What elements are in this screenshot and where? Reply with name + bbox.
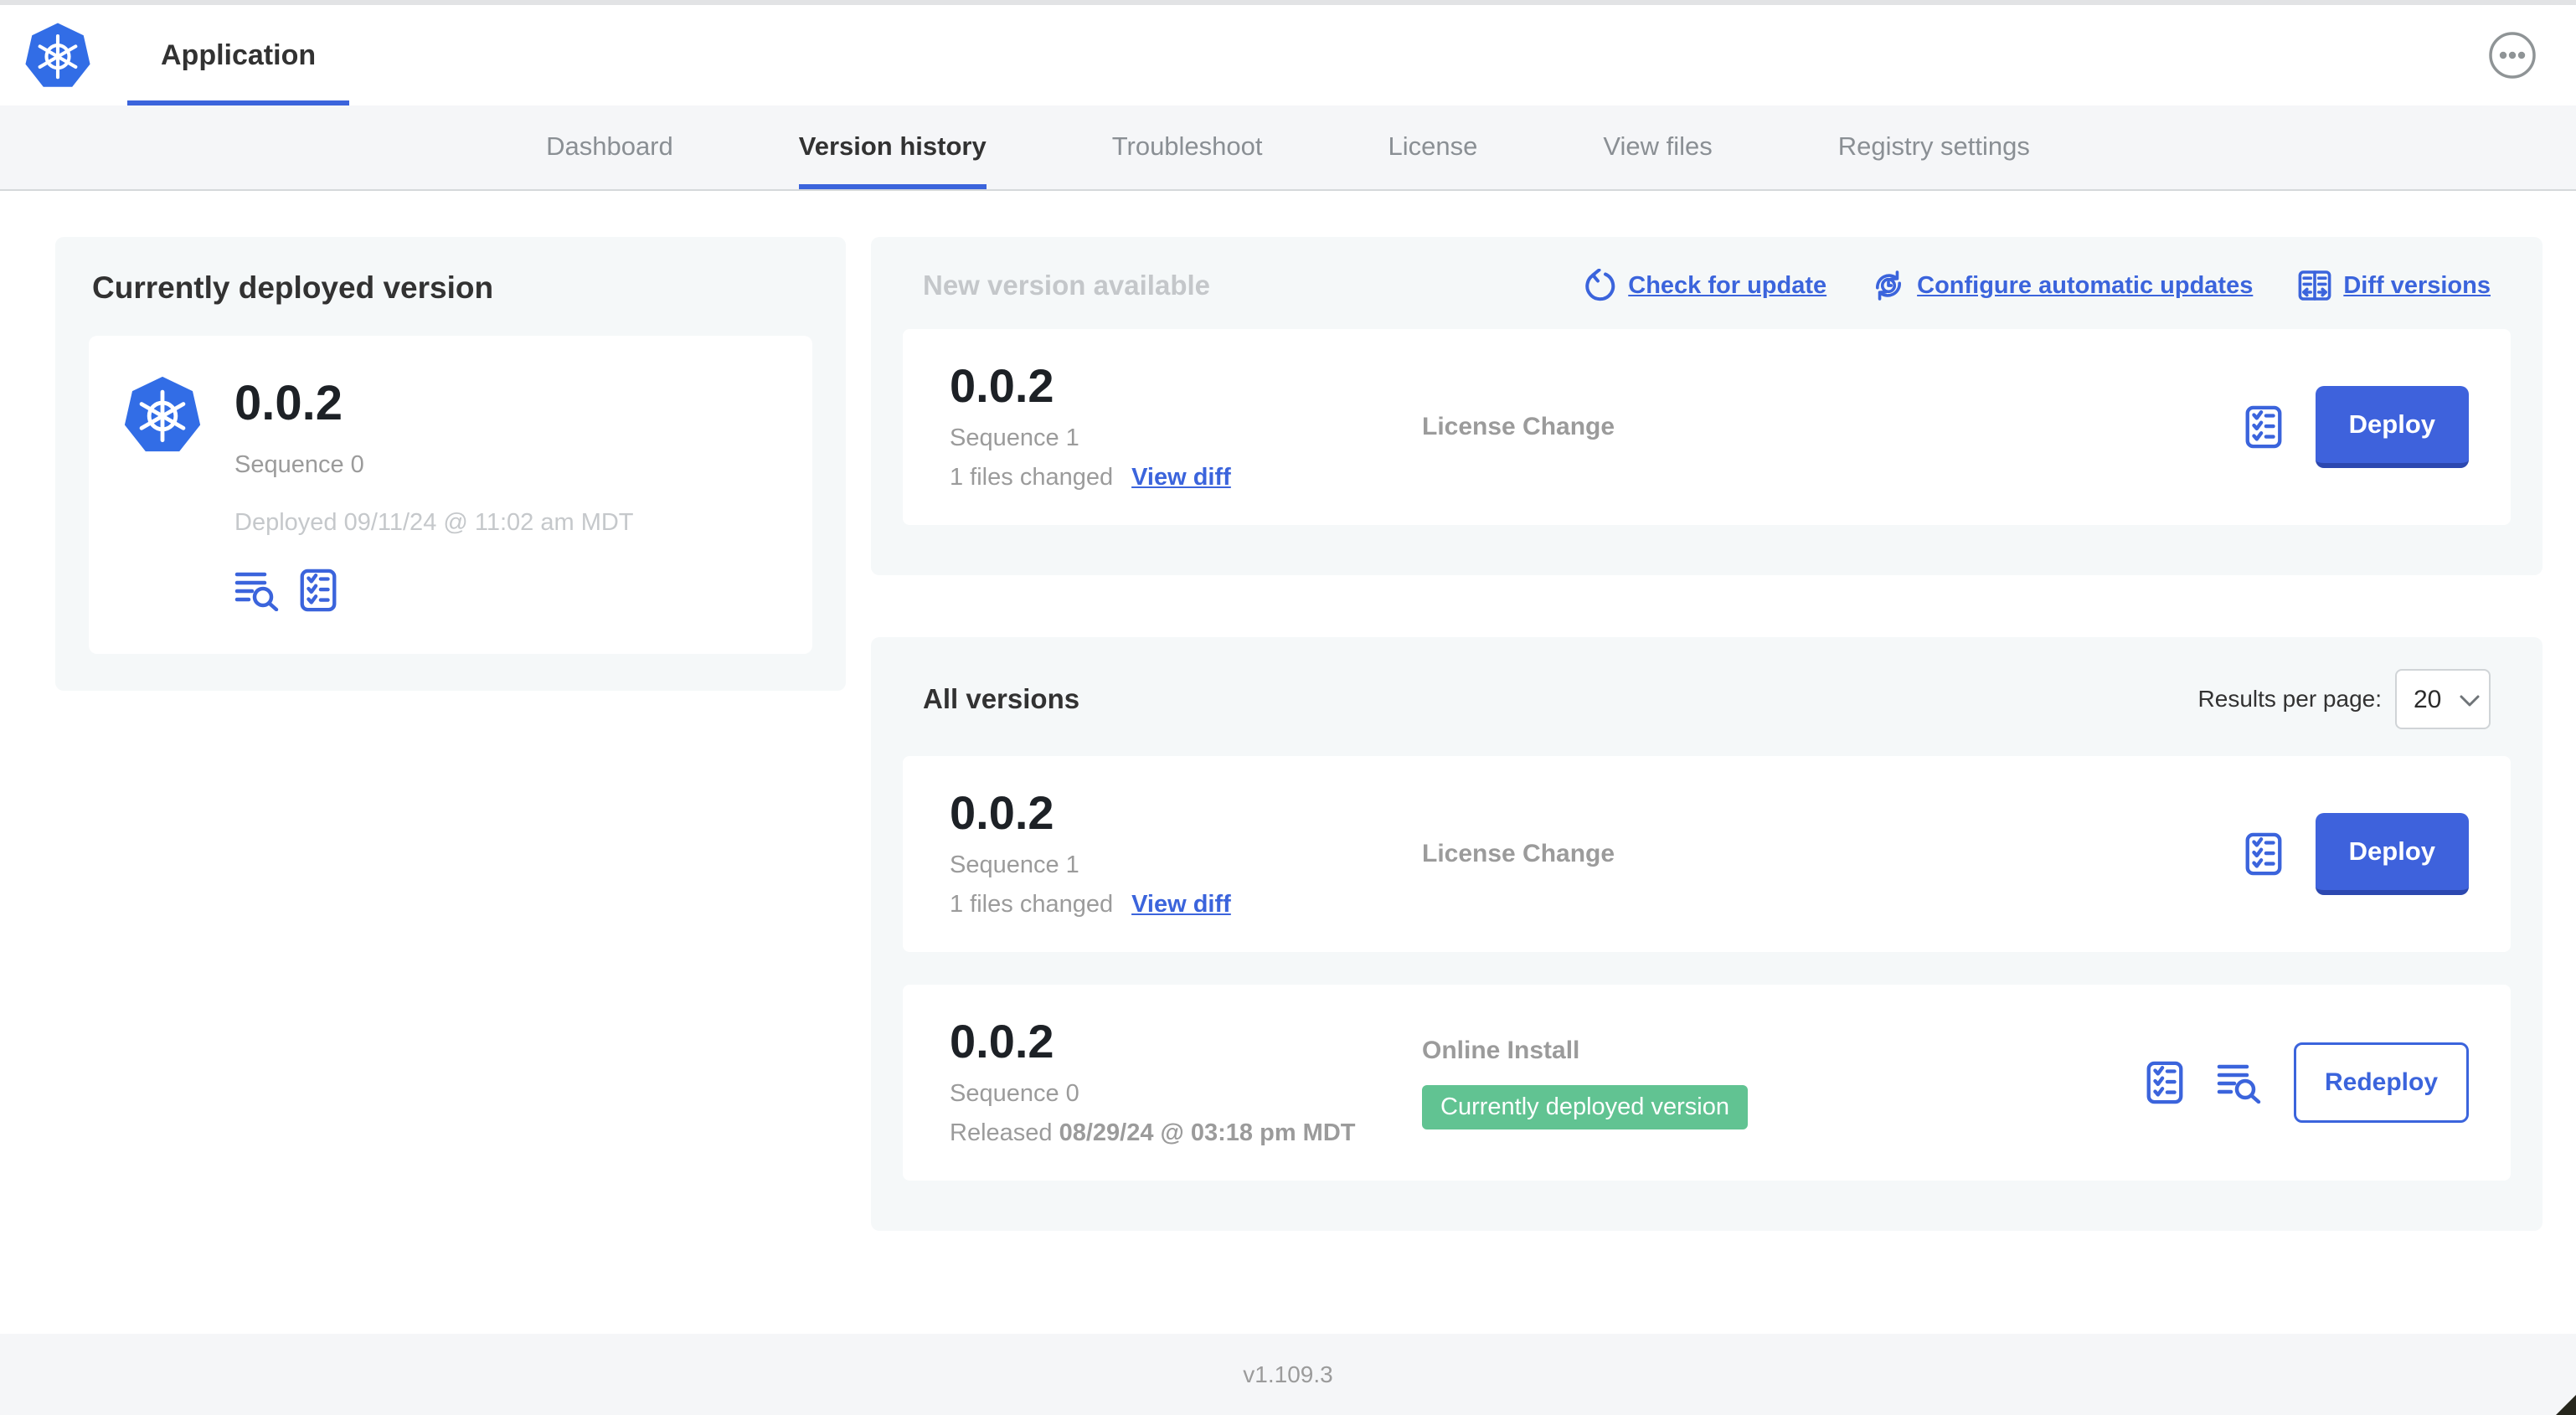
diff-icon [2298, 270, 2331, 301]
view-diff-link[interactable]: View diff [1131, 464, 1231, 491]
new-version-title: New version available [923, 270, 1211, 301]
redeploy-button[interactable]: Redeploy [2293, 1042, 2469, 1123]
more-options-button[interactable] [2487, 30, 2537, 80]
version-sequence: Sequence 1 [950, 852, 1079, 878]
tab-version-history[interactable]: Version history [798, 105, 987, 189]
version-row: 0.0.2 Sequence 0 Released 08/29/24 @ 03:… [903, 985, 2511, 1181]
view-diff-link[interactable]: View diff [1131, 891, 1231, 918]
diff-versions-label[interactable]: Diff versions [2343, 272, 2491, 300]
new-version-panel: New version available Check for update C… [871, 237, 2543, 575]
version-row: 0.0.2 Sequence 1 1 files changed View di… [903, 756, 2511, 952]
tab-license[interactable]: License [1388, 105, 1478, 189]
currently-deployed-panel: Currently deployed version 0.0.2 Sequenc… [55, 237, 846, 691]
ellipsis-icon [2489, 32, 2536, 79]
currently-deployed-card: 0.0.2 Sequence 0 Deployed 09/11/24 @ 11:… [89, 336, 812, 654]
refresh-icon [1585, 269, 1615, 301]
current-version-actions [234, 569, 634, 612]
version-released-timestamp: Released 08/29/24 @ 03:18 pm MDT [950, 1119, 1356, 1146]
currently-deployed-badge: Currently deployed version [1422, 1084, 1748, 1129]
app-title-tab[interactable]: Application [127, 5, 350, 105]
app-subnav: Dashboard Version history Troubleshoot L… [0, 105, 2576, 191]
current-version-number: 0.0.2 [234, 376, 343, 430]
app-version-logo-icon [122, 373, 203, 456]
clock-refresh-icon [1876, 270, 1902, 301]
all-versions-panel: All versions Results per page: 20 0.0.2 … [871, 637, 2543, 1231]
tab-view-files[interactable]: View files [1603, 105, 1712, 189]
version-number: 0.0.2 [950, 359, 1054, 412]
preflight-checklist-icon[interactable] [2145, 1061, 2185, 1104]
version-source: License Change [1422, 840, 1615, 867]
deploy-logs-icon[interactable] [234, 569, 280, 611]
tab-registry-settings[interactable]: Registry settings [1838, 105, 2030, 189]
current-version-sequence: Sequence 0 [234, 451, 364, 478]
files-changed-count: 1 files changed [950, 464, 1114, 491]
app-title: Application [161, 39, 317, 71]
cursor-artifact [2556, 1395, 2576, 1415]
version-number: 0.0.2 [950, 1015, 1054, 1068]
check-for-update-label[interactable]: Check for update [1628, 272, 1826, 300]
version-sequence: Sequence 1 [950, 424, 1079, 451]
all-versions-title: All versions [923, 683, 1080, 714]
update-actions: Check for update Configure automatic upd… [1583, 269, 2491, 302]
version-history-column: New version available Check for update C… [871, 237, 2543, 1231]
version-source: Online Install [1422, 1036, 1580, 1064]
configure-automatic-updates-link[interactable]: Configure automatic updates [1872, 269, 2253, 302]
diff-versions-link[interactable]: Diff versions [2298, 269, 2491, 302]
results-per-page: Results per page: 20 [2198, 669, 2491, 729]
app-header: Application [0, 5, 2576, 105]
main-content: Currently deployed version 0.0.2 Sequenc… [0, 191, 2576, 1334]
current-version-deployed-timestamp: Deployed 09/11/24 @ 11:02 am MDT [234, 509, 634, 536]
results-per-page-select[interactable]: 20 [2395, 669, 2491, 729]
admin-console-version: v1.109.3 [1243, 1361, 1333, 1387]
currently-deployed-title: Currently deployed version [92, 270, 494, 305]
results-per-page-label: Results per page: [2197, 686, 2382, 712]
files-changed-count: 1 files changed [950, 891, 1114, 918]
preflight-checklist-icon[interactable] [2244, 405, 2284, 449]
deploy-logs-icon[interactable] [2217, 1062, 2262, 1104]
configure-automatic-updates-label[interactable]: Configure automatic updates [1917, 272, 2253, 300]
version-source: License Change [1422, 413, 1615, 440]
kubernetes-logo-icon [23, 19, 92, 91]
deploy-button[interactable]: Deploy [2315, 813, 2469, 895]
version-sequence: Sequence 0 [950, 1080, 1079, 1107]
preflight-checklist-icon[interactable] [2244, 832, 2284, 876]
version-number: 0.0.2 [950, 786, 1054, 839]
check-for-update-link[interactable]: Check for update [1583, 269, 1826, 302]
new-version-card: 0.0.2 Sequence 1 1 files changed View di… [903, 329, 2511, 525]
app-footer: v1.109.3 [0, 1334, 2576, 1415]
tab-troubleshoot[interactable]: Troubleshoot [1112, 105, 1263, 189]
tab-dashboard[interactable]: Dashboard [546, 105, 673, 189]
preflight-checklist-icon[interactable] [298, 569, 338, 612]
deploy-button[interactable]: Deploy [2315, 386, 2469, 468]
